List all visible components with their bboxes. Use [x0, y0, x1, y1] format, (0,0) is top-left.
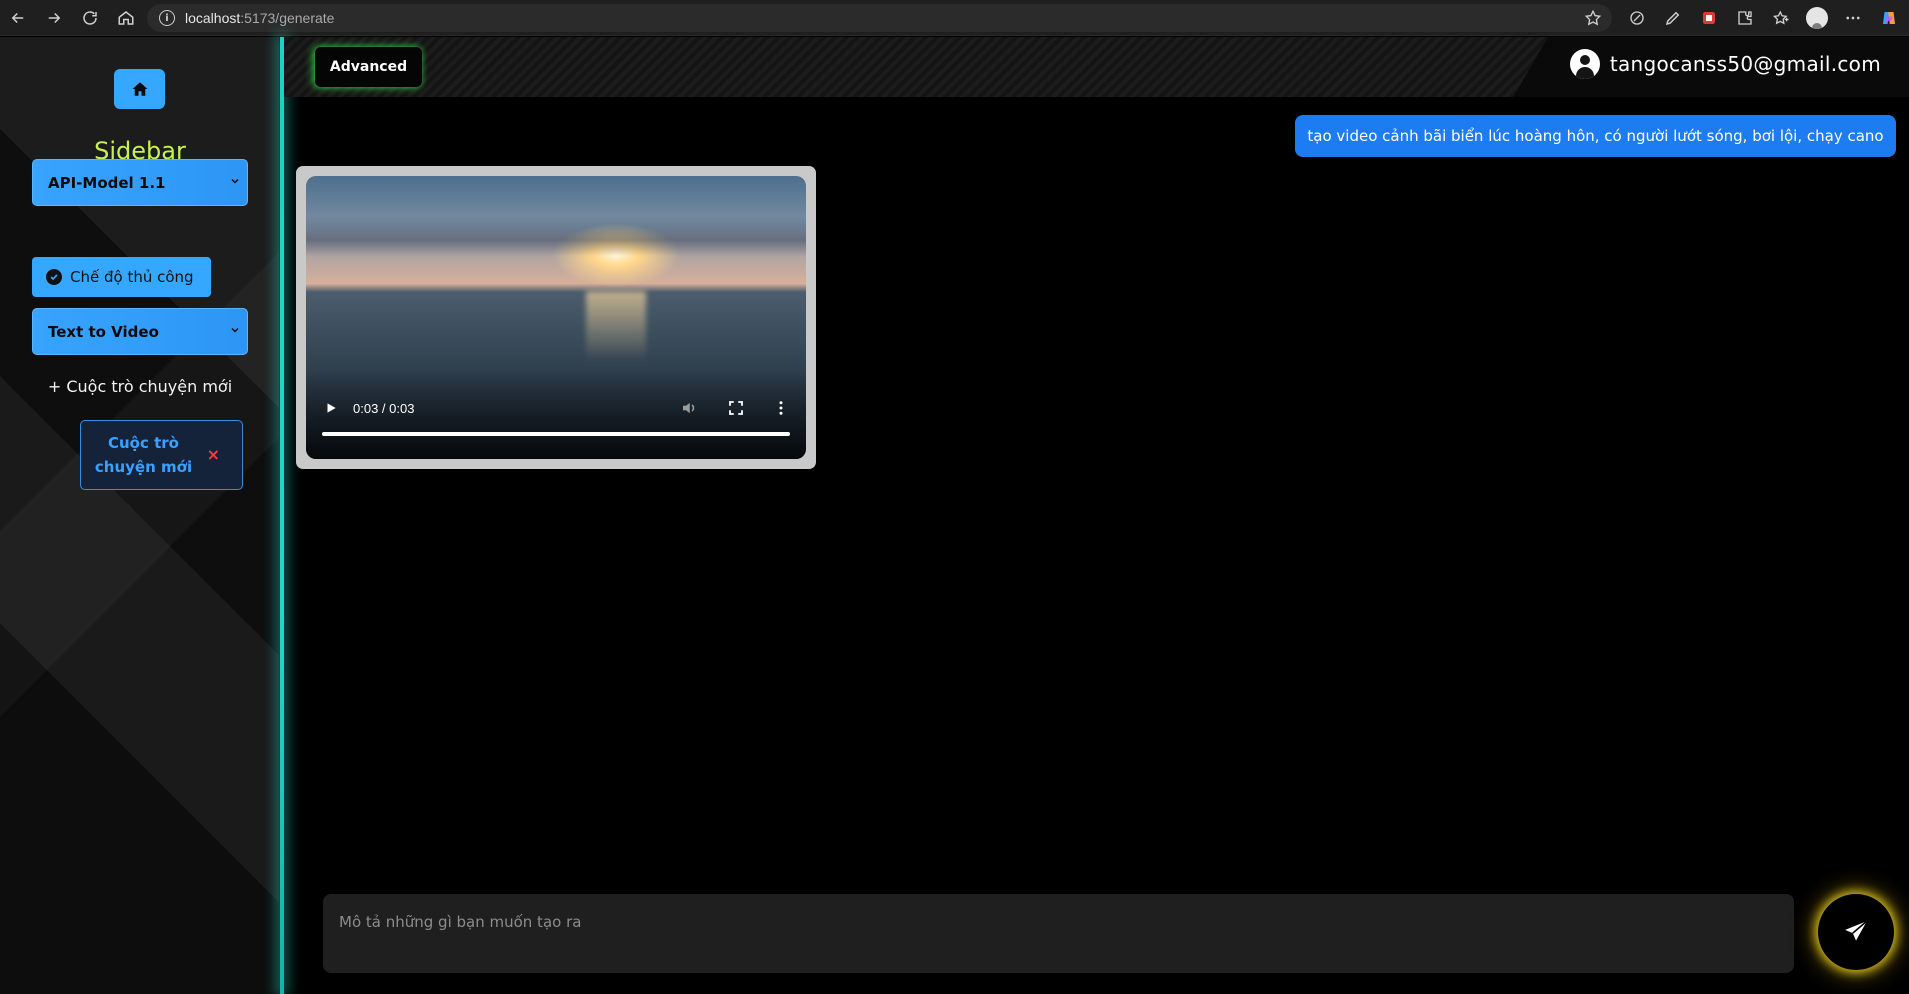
mode-select-value: Text to Video [48, 322, 159, 341]
profile-icon[interactable] [1801, 2, 1833, 34]
send-button[interactable] [1818, 894, 1894, 970]
manual-mode-toggle[interactable]: Chế độ thủ công [32, 257, 211, 297]
more-vertical-icon[interactable] [772, 399, 790, 417]
fullscreen-icon[interactable] [727, 399, 745, 417]
extension-red-icon[interactable] [1693, 2, 1725, 34]
video-progress-bar[interactable] [322, 432, 790, 436]
home-browser-icon[interactable] [108, 0, 144, 36]
url-host: localhost [185, 10, 241, 26]
volume-icon[interactable] [680, 399, 698, 417]
chat-item-label: Cuộc trò chuyện mới [94, 434, 193, 476]
tracking-prevention-icon[interactable] [1621, 2, 1653, 34]
video-player[interactable]: 0:03 / 0:03 [306, 176, 806, 459]
favorites-icon[interactable] [1765, 2, 1797, 34]
sidebar: Sidebar API-Model 1.1 Chế độ thủ công Te… [0, 37, 280, 994]
close-icon[interactable]: × [207, 445, 220, 464]
favorite-star-icon[interactable] [1584, 9, 1602, 27]
site-info-icon[interactable]: i [159, 10, 175, 26]
more-options-icon[interactable] [1837, 2, 1869, 34]
chevron-down-icon [231, 178, 239, 184]
copilot-icon[interactable] [1873, 2, 1905, 34]
reload-icon[interactable] [72, 0, 108, 36]
extensions-puzzle-icon[interactable] [1729, 2, 1761, 34]
generation-mode-select[interactable]: Text to Video [32, 308, 248, 355]
address-bar[interactable]: i localhost:5173/generate [147, 4, 1612, 32]
chevron-down-icon [231, 327, 239, 333]
pen-icon[interactable] [1657, 2, 1689, 34]
browser-extensions [1621, 0, 1909, 36]
chat-list-item[interactable]: Cuộc trò chuyện mới × [80, 420, 243, 490]
video-time: 0:03 / 0:03 [353, 401, 415, 416]
video-frame-clouds [306, 216, 806, 256]
check-circle-icon [46, 269, 62, 285]
url-path: :5173/generate [240, 10, 335, 26]
user-message-bubble: tạo video cảnh bãi biển lúc hoàng hôn, c… [1295, 115, 1896, 157]
video-frame-sun-reflection [586, 291, 646, 361]
back-icon[interactable] [0, 0, 36, 36]
model-select-value: API-Model 1.1 [48, 173, 166, 192]
model-select[interactable]: API-Model 1.1 [32, 159, 248, 206]
main-header: Advanced tangocanss50@gmail.com [284, 37, 1909, 97]
prompt-composer [323, 894, 1794, 973]
home-button[interactable] [114, 69, 165, 109]
sidebar-divider [280, 37, 284, 994]
prompt-input[interactable] [339, 913, 1778, 931]
forward-icon[interactable] [36, 0, 72, 36]
user-email: tangocanss50@gmail.com [1609, 52, 1881, 76]
play-icon[interactable] [324, 401, 338, 415]
video-controls: 0:03 / 0:03 [306, 387, 806, 459]
advanced-button[interactable]: Advanced [315, 47, 422, 87]
user-avatar-icon [1569, 49, 1600, 79]
new-chat-button[interactable]: + Cuộc trò chuyện mới [0, 377, 280, 396]
browser-toolbar: i localhost:5173/generate [0, 0, 1909, 36]
url-text: localhost:5173/generate [185, 10, 334, 26]
send-icon [1845, 920, 1868, 941]
user-profile[interactable]: tangocanss50@gmail.com [1569, 49, 1881, 79]
video-result-card: 0:03 / 0:03 [296, 166, 816, 469]
manual-mode-label: Chế độ thủ công [70, 268, 194, 286]
home-icon [132, 82, 147, 96]
